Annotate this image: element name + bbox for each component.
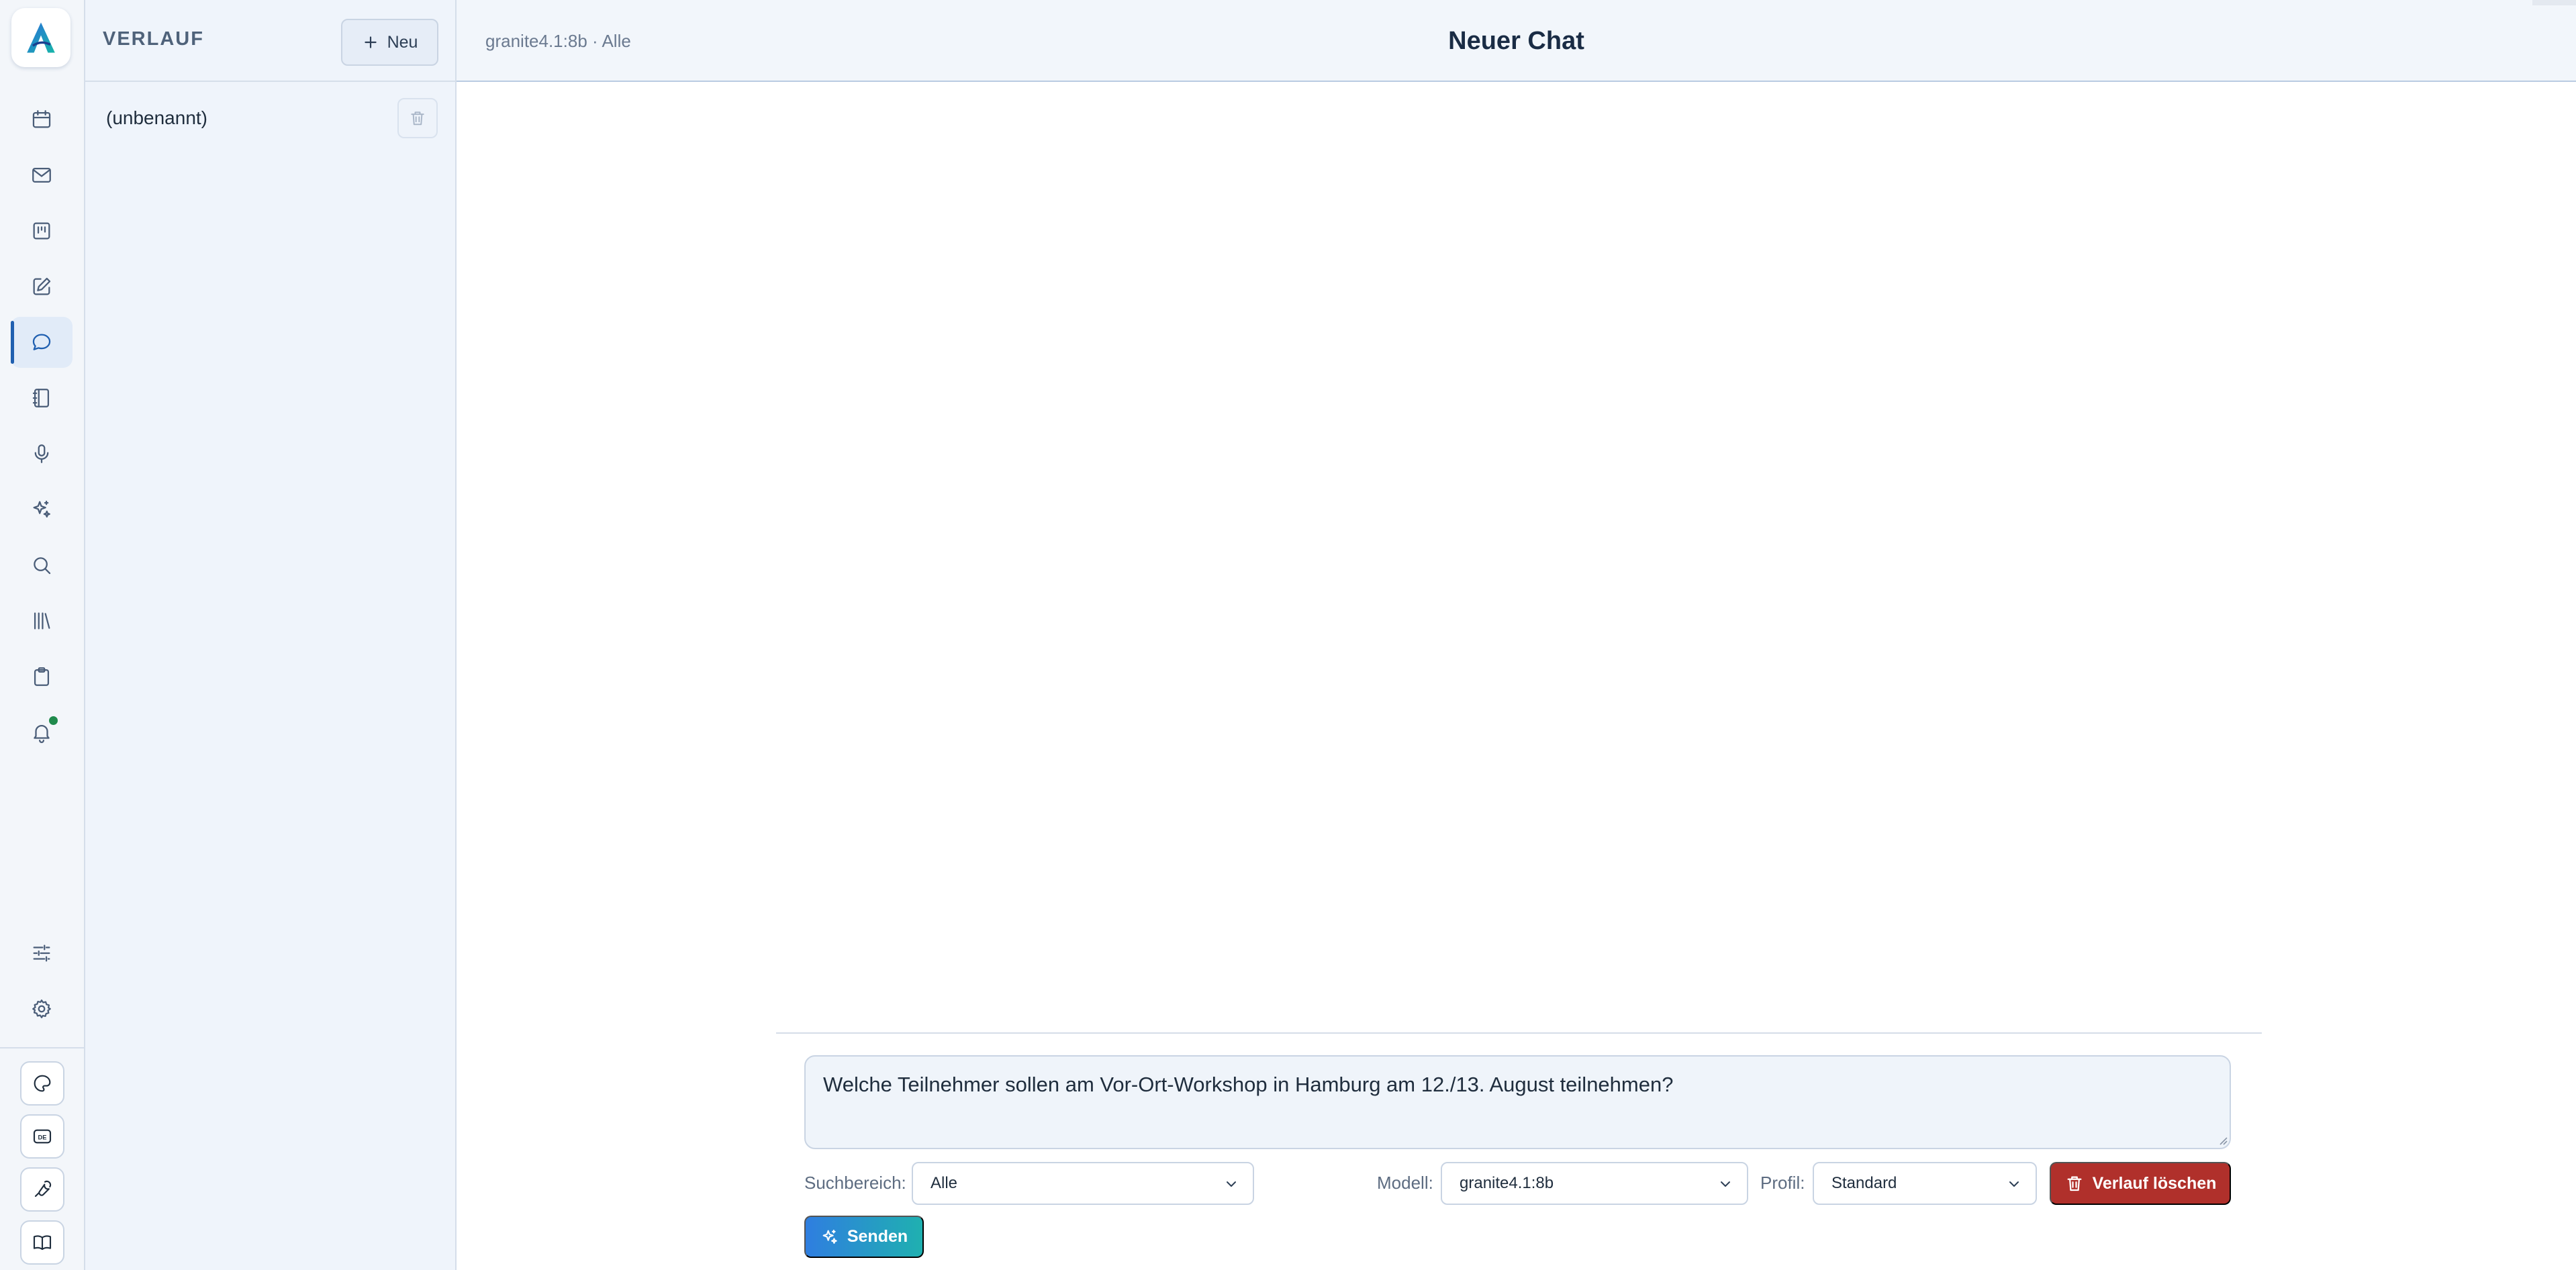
clear-history-button[interactable]: Verlauf löschen [2050, 1162, 2231, 1205]
language-de-icon: DE [33, 1129, 52, 1144]
rail-search-button[interactable] [11, 540, 73, 591]
search-icon [34, 557, 51, 575]
rail-mail-button[interactable] [11, 150, 73, 201]
chevron-down-icon [1721, 1181, 1730, 1187]
microphone-icon [34, 444, 49, 463]
search-scope-value: Alle [931, 1174, 958, 1192]
trash-icon [411, 111, 424, 126]
clipboard-icon [34, 667, 50, 686]
rail-calendar-button[interactable] [11, 94, 73, 145]
profile-value: Standard [1831, 1174, 1897, 1192]
icon-rail: DE [0, 0, 85, 1270]
new-chat-label: Neu [387, 32, 418, 52]
chat-icon [32, 334, 51, 350]
model-value: granite4.1:8b [1460, 1174, 1554, 1192]
profile-select[interactable]: Standard [1813, 1162, 2037, 1205]
chevron-down-icon [1227, 1181, 1236, 1187]
rail-library-button[interactable] [11, 595, 73, 646]
window-corner [2532, 0, 2576, 5]
search-scope-label: Suchbereich: [804, 1173, 906, 1193]
sliders-icon [33, 944, 50, 962]
rail-tools-button[interactable] [20, 1167, 64, 1212]
notification-dot [48, 715, 59, 726]
rail-notifications-button[interactable] [11, 707, 73, 758]
rail-notebook-button[interactable] [11, 373, 73, 424]
rail-language-button[interactable]: DE [20, 1114, 64, 1159]
history-item[interactable]: (unbenannt) [85, 94, 455, 142]
mail-icon [32, 167, 51, 183]
prompt-input[interactable]: Welche Teilnehmer sollen am Vor-Ort-Work… [804, 1055, 2231, 1149]
page-title: Neuer Chat [1448, 27, 1584, 55]
edit-icon [33, 277, 51, 295]
rail-voice-button[interactable] [11, 428, 73, 479]
composer-divider [776, 1032, 2262, 1034]
gear-icon [32, 999, 51, 1018]
chevron-down-icon [2009, 1181, 2019, 1187]
history-panel: VERLAUF Neu (unbenannt) [85, 0, 457, 1270]
clear-history-label: Verlauf löschen [2092, 1173, 2217, 1193]
calendar-icon [32, 110, 51, 128]
rail-ai-button[interactable] [11, 484, 73, 535]
profile-label: Profil: [1760, 1173, 1805, 1193]
kanban-icon [33, 222, 50, 240]
resize-grip-icon[interactable] [2218, 1136, 2228, 1145]
notebook-icon [32, 389, 50, 407]
rail-clipboard-button[interactable] [11, 651, 73, 702]
rail-chat-button[interactable] [11, 317, 73, 368]
chat-header: granite4.1:8b · Alle Neuer Chat [457, 0, 2576, 82]
sparkles-icon [822, 1229, 837, 1244]
sparkles-icon [33, 500, 50, 518]
rail-kanban-button[interactable] [11, 205, 73, 256]
rail-editor-button[interactable] [11, 261, 73, 312]
rail-filters-button[interactable] [11, 928, 73, 979]
language-badge: DE [38, 1134, 47, 1140]
library-icon [34, 612, 50, 630]
app-logo[interactable] [11, 8, 70, 67]
plus-icon [364, 36, 377, 48]
logo-icon [27, 22, 55, 53]
model-label: Modell: [1377, 1173, 1433, 1193]
send-button[interactable]: Senden [804, 1216, 924, 1258]
rail-theme-button[interactable] [20, 1061, 64, 1106]
model-select[interactable]: granite4.1:8b [1441, 1162, 1748, 1205]
wrench-icon [34, 1180, 52, 1198]
delete-history-item-button[interactable] [397, 98, 438, 138]
palette-icon [34, 1075, 51, 1092]
rail-settings-button[interactable] [11, 983, 73, 1034]
history-header: VERLAUF Neu [85, 0, 455, 82]
history-item-label: (unbenannt) [106, 107, 208, 128]
history-title: VERLAUF [103, 28, 204, 50]
search-scope-select[interactable]: Alle [912, 1162, 1254, 1205]
rail-docs-button[interactable] [20, 1220, 64, 1265]
send-label: Senden [847, 1227, 908, 1246]
new-chat-button[interactable]: Neu [341, 19, 438, 66]
trash-icon [2067, 1176, 2082, 1191]
book-icon [33, 1235, 52, 1251]
rail-divider [0, 1047, 85, 1048]
